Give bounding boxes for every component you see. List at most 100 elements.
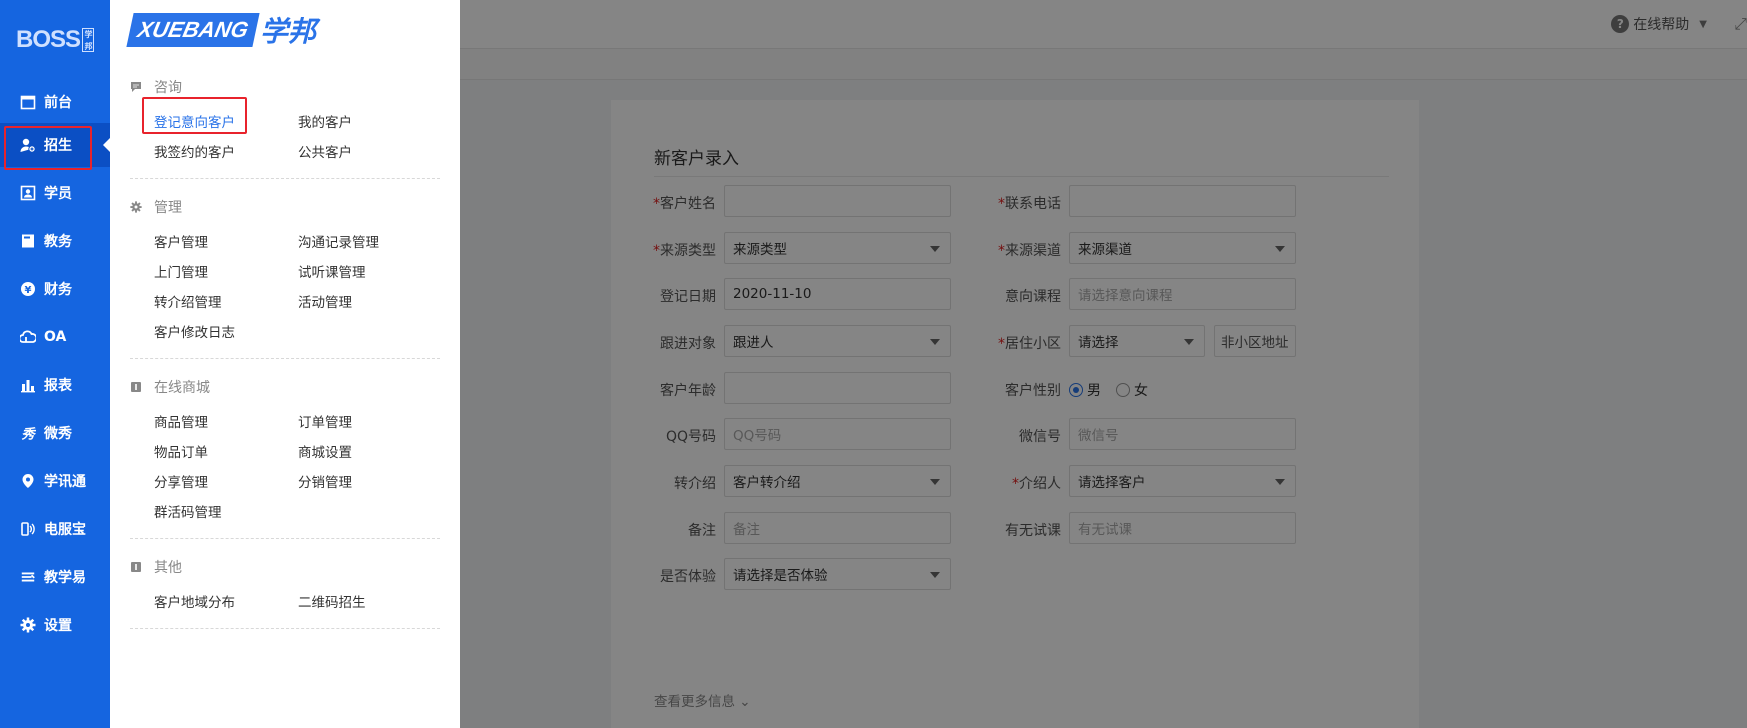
nav-item-12[interactable]: 设置 [0,603,110,647]
referral-select[interactable]: 客户转介绍 [724,465,951,497]
menu-link[interactable]: 物品订单 [154,441,208,461]
nav-item-label: 设置 [44,618,72,634]
course-label: 意向课程 [1005,289,1061,305]
chevron-down-icon [930,572,940,578]
name-input[interactable] [724,185,951,217]
nav-item-label: 电服宝 [44,522,86,538]
remark-label: 备注 [688,523,716,539]
nav-item-label: 学员 [44,186,72,202]
name-label: *客户姓名 [653,196,716,212]
source-channel-label: *来源渠道 [998,243,1061,259]
nav-item-1[interactable]: 前台 [0,80,110,124]
nav-item-9[interactable]: 学讯通 [0,459,110,503]
community-select[interactable]: 请选择 [1069,325,1205,357]
chevron-down-icon [930,246,940,252]
menu-link[interactable]: 客户修改日志 [154,321,235,341]
menu-link[interactable]: 分销管理 [298,471,352,491]
svg-text:秀: 秀 [21,426,36,441]
menu-link[interactable]: 上门管理 [154,261,208,281]
age-label: 客户年龄 [660,383,716,399]
phone-signal-icon [20,521,36,537]
menu-divider [130,178,440,179]
nav-item-10[interactable]: 电服宝 [0,507,110,551]
menu-link[interactable]: 试听课管理 [298,261,366,281]
nav-item-3[interactable]: 学员 [0,171,110,215]
help-label: 在线帮助 [1633,17,1690,33]
gender-female-radio[interactable]: 女 [1116,380,1148,400]
phone-input[interactable] [1069,185,1296,217]
menu-link[interactable]: 我的客户 [298,111,352,131]
nav-item-7[interactable]: 报表 [0,363,110,407]
weixiu-icon: 秀 [20,425,36,441]
wechat-input[interactable]: 微信号 [1069,418,1296,450]
radio-unchecked-icon [1116,383,1130,397]
nav-item-label: 招生 [44,138,72,154]
menu-link[interactable]: 我签约的客户 [154,141,235,161]
fullscreen-icon[interactable]: ⤢ [1734,14,1747,34]
menu-section-label: 咨询 [154,80,182,96]
nav-item-2[interactable]: 招生 [0,123,110,167]
chevron-down-icon [930,479,940,485]
tab-bar [460,49,1747,80]
show-more-link[interactable]: 查看更多信息 ⌄ [654,690,751,710]
gear-icon [20,617,36,633]
menu-link[interactable]: 群活码管理 [154,501,222,521]
nav-item-label: 学讯通 [44,474,86,490]
book-icon [20,233,36,249]
help-menu[interactable]: ? 在线帮助 ▼ [1611,14,1707,34]
help-icon: ? [1611,15,1630,33]
menu-link[interactable]: 客户地域分布 [154,591,235,611]
menu-link[interactable]: 订单管理 [298,411,352,431]
gender-label: 客户性别 [1005,383,1061,399]
menu-section-title: 在线商城 [130,377,210,397]
nav-item-5[interactable]: ¥ 财务 [0,267,110,311]
gender-male-radio[interactable]: 男 [1069,380,1101,400]
menu-link[interactable]: 商品管理 [154,411,208,431]
age-input[interactable] [724,372,951,404]
main-area: ? 在线帮助 ▼ ⤢ 新客户录入 *客户姓名 *联系电话 *来源类型 来源类型 … [460,0,1747,728]
radio-checked-icon [1069,383,1083,397]
follower-select[interactable]: 跟进人 [724,325,951,357]
community-label: *居住小区 [998,336,1061,352]
experience-select[interactable]: 请选择是否体验 [724,558,951,590]
nav-item-4[interactable]: 教务 [0,219,110,263]
chevron-down-icon [1184,339,1194,345]
user-add-icon [20,137,36,153]
menu-section-title: 咨询 [130,77,182,97]
remark-input[interactable]: 备注 [724,512,951,544]
menu-divider [130,538,440,539]
chevron-down-icon [1275,246,1285,252]
menu-section-label: 在线商城 [154,380,210,396]
menu-link[interactable]: 沟通记录管理 [298,231,379,251]
menu-section-label: 管理 [154,200,182,216]
qq-input[interactable]: QQ号码 [724,418,951,450]
svg-text:¥: ¥ [25,285,32,296]
menu-link[interactable]: 商城设置 [298,441,352,461]
xuebang-logo: XUEBANG 学邦 [126,10,316,50]
yen-icon: ¥ [20,281,36,297]
nav-item-6[interactable]: OA [0,315,110,359]
chevron-down-icon [1275,479,1285,485]
shop-icon [130,381,142,393]
menu-link[interactable]: 客户管理 [154,231,208,251]
course-input[interactable]: 请选择意向课程 [1069,278,1296,310]
menu-link[interactable]: 二维码招生 [298,591,366,611]
menu-link[interactable]: 转介绍管理 [154,291,222,311]
chat-icon [130,81,142,93]
community-address-input[interactable]: 非小区地址 [1214,325,1296,357]
new-customer-form: 新客户录入 *客户姓名 *联系电话 *来源类型 来源类型 *来源渠道 来源渠道 … [611,100,1419,728]
referrer-select[interactable]: 请选择客户 [1069,465,1296,497]
nav-item-8[interactable]: 秀微秀 [0,411,110,455]
boss-logo: BOSS 学邦 [0,0,110,80]
nav-item-11[interactable]: 教学易 [0,555,110,599]
menu-link[interactable]: 分享管理 [154,471,208,491]
source-type-select[interactable]: 来源类型 [724,232,951,264]
menu-link[interactable]: 登记意向客户 [154,111,235,131]
menu-link[interactable]: 公共客户 [298,141,352,161]
trial-input[interactable]: 有无试课 [1069,512,1296,544]
divider [654,176,1389,177]
source-channel-select[interactable]: 来源渠道 [1069,232,1296,264]
menu-link[interactable]: 活动管理 [298,291,352,311]
nav-item-label: 前台 [44,95,72,111]
date-input[interactable]: 2020-11-10 [724,278,951,310]
